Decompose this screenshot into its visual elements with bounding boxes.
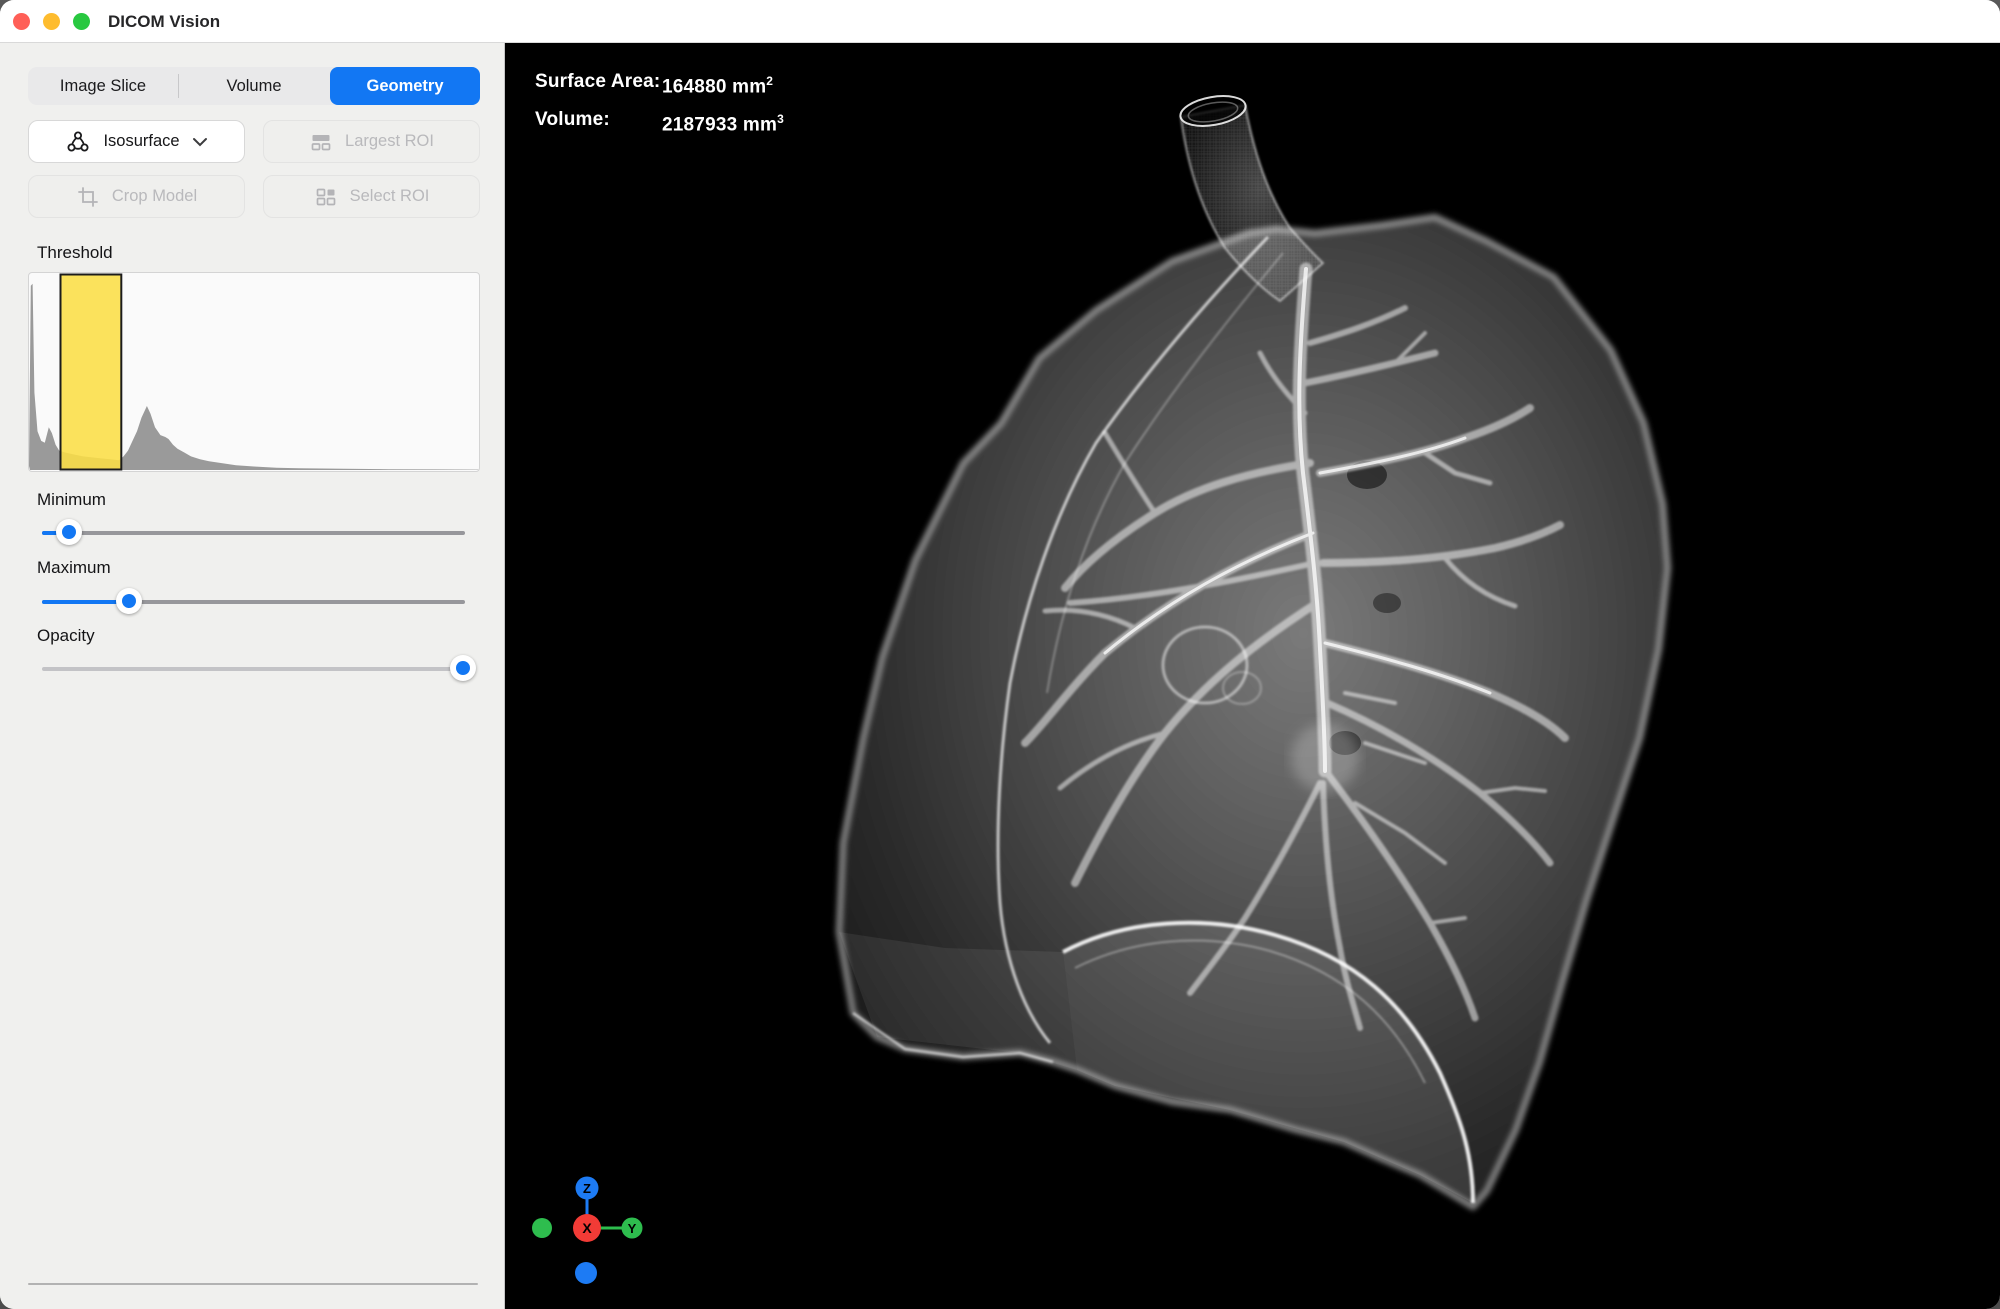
maximum-label: Maximum bbox=[37, 558, 111, 578]
axis-z-label: Z bbox=[583, 1181, 591, 1196]
maximum-slider-thumb[interactable] bbox=[116, 588, 142, 614]
largest-roi-icon bbox=[309, 130, 333, 154]
axis-y-label: Y bbox=[628, 1221, 637, 1236]
volume-row: Volume: 2187933 mm3 bbox=[535, 103, 784, 141]
volume-label: Volume: bbox=[535, 103, 662, 141]
surface-area-row: Surface Area: 164880 mm2 bbox=[535, 65, 784, 103]
screen: DICOM Vision Image Slice Volume Geometry… bbox=[0, 0, 2000, 1309]
minimum-label: Minimum bbox=[37, 490, 106, 510]
threshold-selection-region[interactable] bbox=[61, 275, 122, 470]
threshold-label: Threshold bbox=[37, 243, 113, 263]
isosurface-dropdown[interactable]: Isosurface bbox=[28, 120, 245, 163]
measurement-overlay: Surface Area: 164880 mm2 Volume: 2187933… bbox=[535, 65, 784, 142]
axis-negative-z-dot[interactable] bbox=[575, 1262, 597, 1284]
surface-area-value: 164880 mm2 bbox=[662, 65, 773, 103]
tab-volume[interactable]: Volume bbox=[179, 67, 329, 105]
orientation-axes-widget[interactable]: Z Y X bbox=[505, 1143, 685, 1309]
minimize-window-button[interactable] bbox=[43, 13, 60, 30]
axis-negative-y-dot[interactable] bbox=[532, 1218, 552, 1238]
isosurface-label: Isosurface bbox=[103, 132, 179, 151]
lung-mesh-rendering[interactable] bbox=[505, 43, 2000, 1309]
opacity-label: Opacity bbox=[37, 626, 95, 646]
render-viewport[interactable]: Surface Area: 164880 mm2 Volume: 2187933… bbox=[505, 43, 2000, 1309]
select-roi-icon bbox=[314, 185, 338, 209]
crop-model-button[interactable]: Crop Model bbox=[28, 175, 245, 218]
close-window-button[interactable] bbox=[13, 13, 30, 30]
opacity-slider-thumb[interactable] bbox=[450, 655, 476, 681]
select-roi-label: Select ROI bbox=[350, 187, 430, 206]
largest-roi-button[interactable]: Largest ROI bbox=[263, 120, 480, 163]
surface-area-label: Surface Area: bbox=[535, 65, 662, 103]
minimum-slider-thumb[interactable] bbox=[56, 519, 82, 545]
volume-value: 2187933 mm3 bbox=[662, 103, 784, 141]
tab-image-slice[interactable]: Image Slice bbox=[28, 67, 178, 105]
title-bar: DICOM Vision bbox=[0, 0, 2000, 43]
minimum-slider[interactable] bbox=[28, 519, 480, 547]
largest-roi-label: Largest ROI bbox=[345, 132, 434, 151]
select-roi-button[interactable]: Select ROI bbox=[263, 175, 480, 218]
maximum-slider[interactable] bbox=[28, 588, 480, 616]
tab-geometry[interactable]: Geometry bbox=[330, 67, 480, 105]
app-window: DICOM Vision Image Slice Volume Geometry… bbox=[0, 0, 2000, 1309]
crop-icon bbox=[76, 185, 100, 209]
isosurface-icon bbox=[65, 129, 91, 155]
chevron-down-icon bbox=[192, 137, 208, 147]
sidebar: Image Slice Volume Geometry Isosurface bbox=[0, 43, 505, 1309]
crop-model-label: Crop Model bbox=[112, 187, 197, 206]
window-title: DICOM Vision bbox=[108, 0, 220, 43]
view-mode-tabs: Image Slice Volume Geometry bbox=[28, 67, 480, 105]
zoom-window-button[interactable] bbox=[73, 13, 90, 30]
sidebar-divider bbox=[28, 1283, 478, 1285]
axis-x-label: X bbox=[582, 1220, 592, 1236]
threshold-histogram[interactable] bbox=[28, 272, 480, 472]
opacity-slider[interactable] bbox=[28, 655, 480, 683]
